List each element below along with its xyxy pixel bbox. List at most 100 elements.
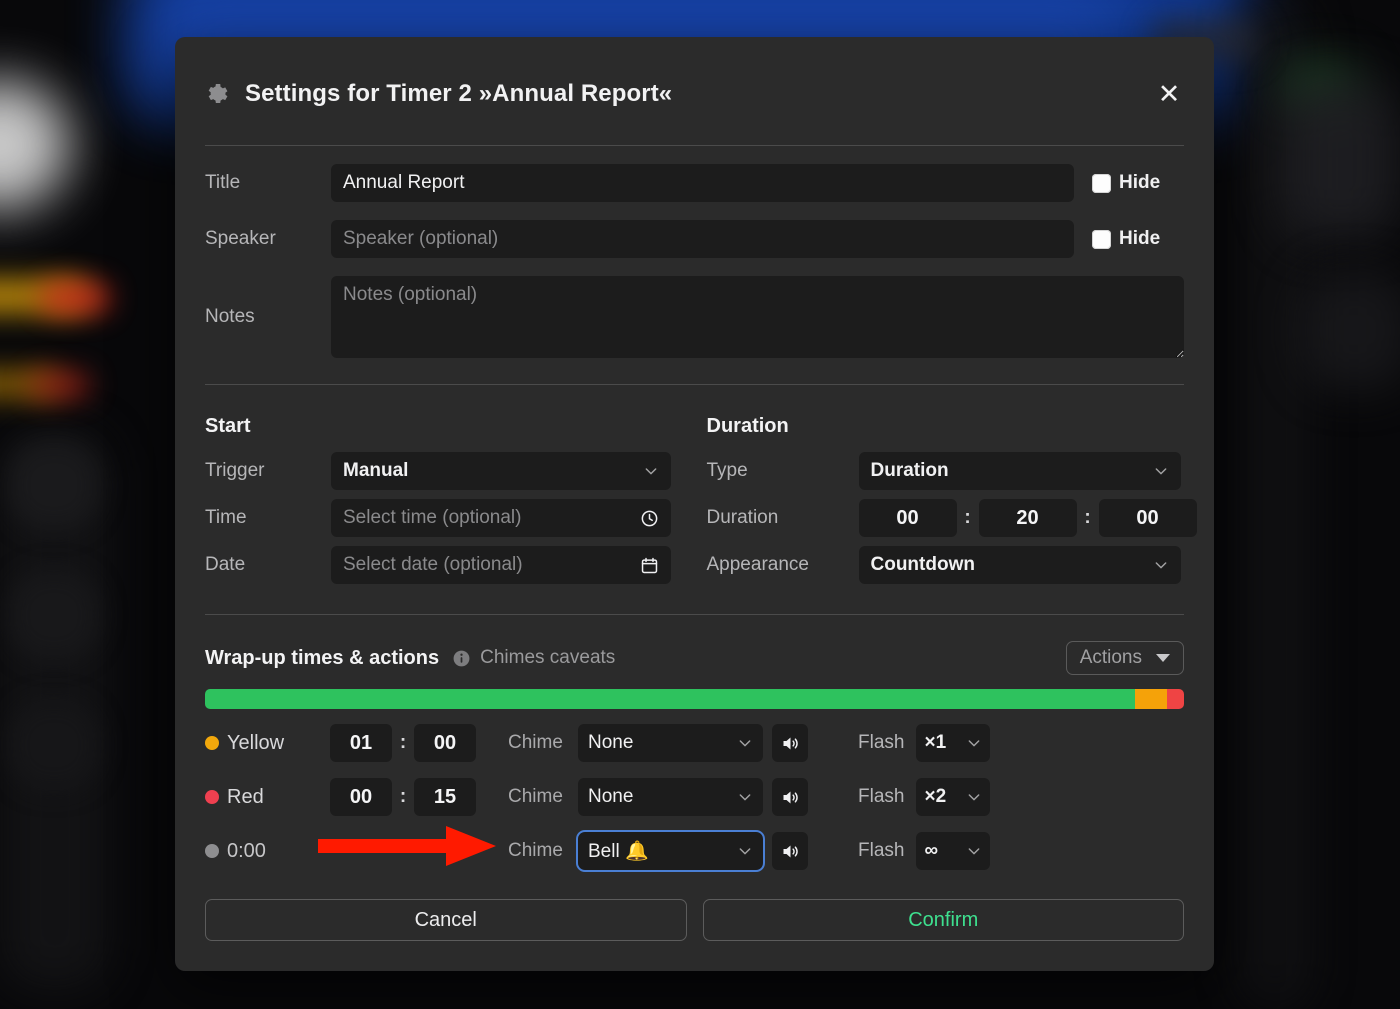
red-chime-select[interactable]: None xyxy=(578,778,763,816)
timer-settings-dialog: Settings for Timer 2 »Annual Report« ✕ T… xyxy=(175,37,1214,971)
calendar-icon xyxy=(640,556,659,575)
duration-hours-input[interactable]: 00 xyxy=(859,499,957,537)
duration-seconds-input[interactable]: 00 xyxy=(1099,499,1197,537)
time-row: Time Select time (optional) xyxy=(205,499,695,537)
background-highlight xyxy=(0,80,70,210)
type-select[interactable]: Duration xyxy=(859,452,1181,490)
trigger-select[interactable]: Manual xyxy=(331,452,671,490)
yellow-flash-value: ×1 xyxy=(924,732,966,754)
time-label: Time xyxy=(205,507,331,529)
title-hide-toggle[interactable]: Hide xyxy=(1092,172,1184,194)
title-hide-label: Hide xyxy=(1119,172,1160,194)
chevron-down-icon xyxy=(966,789,982,805)
yellow-flash-select[interactable]: ×1 xyxy=(916,724,990,762)
chime-label: Chime xyxy=(508,840,578,862)
speaker-hide-checkbox[interactable] xyxy=(1092,230,1111,249)
zero-chime-value: Bell 🔔 xyxy=(588,839,737,863)
date-placeholder: Select date (optional) xyxy=(343,554,640,576)
speaker-input[interactable] xyxy=(331,220,1074,258)
background-grey-panel xyxy=(1280,80,1400,240)
date-label: Date xyxy=(205,554,331,576)
red-time-separator: : xyxy=(392,786,414,808)
section-divider-1 xyxy=(205,384,1184,385)
chevron-down-icon xyxy=(737,789,753,805)
speaker-hide-toggle[interactable]: Hide xyxy=(1092,228,1184,250)
chime-label: Chime xyxy=(508,732,578,754)
actions-button-label: Actions xyxy=(1080,647,1142,669)
title-hide-checkbox[interactable] xyxy=(1092,174,1111,193)
red-seconds-input[interactable]: 15 xyxy=(414,778,476,816)
yellow-preview-sound-button[interactable] xyxy=(772,724,808,762)
background-red-bar xyxy=(40,283,110,313)
red-flash-select[interactable]: ×2 xyxy=(916,778,990,816)
notes-field-row: Notes xyxy=(205,276,1184,358)
yellow-time-separator: : xyxy=(392,732,414,754)
yellow-minutes-input[interactable]: 01 xyxy=(330,724,392,762)
info-icon[interactable] xyxy=(452,649,471,668)
duration-separator: : xyxy=(1077,507,1099,529)
red-flash-value: ×2 xyxy=(924,786,966,808)
red-preview-sound-button[interactable] xyxy=(772,778,808,816)
chevron-down-icon xyxy=(1153,463,1169,479)
type-value: Duration xyxy=(871,460,1153,482)
time-placeholder: Select time (optional) xyxy=(343,507,640,529)
zero-flash-value: ∞ xyxy=(924,840,966,862)
appearance-value: Countdown xyxy=(871,554,1153,576)
trigger-value: Manual xyxy=(343,460,643,482)
background-card xyxy=(8,570,100,660)
flash-label: Flash xyxy=(858,732,904,754)
chevron-down-icon xyxy=(737,843,753,859)
speaker-label: Speaker xyxy=(205,228,331,250)
dialog-header: Settings for Timer 2 »Annual Report« ✕ xyxy=(175,37,1214,123)
duration-separator: : xyxy=(957,507,979,529)
notes-label: Notes xyxy=(205,306,331,328)
zero-preview-sound-button[interactable] xyxy=(772,832,808,870)
wrapup-row-yellow: Yellow 01 : 00 Chime None Flash ×1 xyxy=(205,723,1184,763)
wrapup-header: Wrap-up times & actions Chimes caveats A… xyxy=(205,641,1184,675)
header-divider xyxy=(205,145,1184,146)
wrapup-row-label: 0:00 xyxy=(227,840,330,863)
chevron-down-icon xyxy=(1156,654,1170,662)
yellow-chime-select[interactable]: None xyxy=(578,724,763,762)
title-field-row: Title Hide xyxy=(205,164,1184,202)
trigger-label: Trigger xyxy=(205,460,331,482)
appearance-row: Appearance Countdown xyxy=(707,546,1185,584)
cancel-button[interactable]: Cancel xyxy=(205,899,687,941)
zero-dot-icon xyxy=(205,844,219,858)
chevron-down-icon xyxy=(966,735,982,751)
notes-textarea[interactable] xyxy=(331,276,1184,358)
time-input[interactable]: Select time (optional) xyxy=(331,499,671,537)
gear-icon xyxy=(205,82,229,106)
yellow-dot-icon xyxy=(205,736,219,750)
yellow-seconds-input[interactable]: 00 xyxy=(414,724,476,762)
red-dot-icon xyxy=(205,790,219,804)
clock-icon xyxy=(640,509,659,528)
zero-flash-select[interactable]: ∞ xyxy=(916,832,990,870)
flash-label: Flash xyxy=(858,840,904,862)
red-chime-value: None xyxy=(588,786,737,808)
start-section: Start Trigger Manual Time Select time (o… xyxy=(205,415,695,584)
appearance-select[interactable]: Countdown xyxy=(859,546,1181,584)
background-grey-panel xyxy=(1300,270,1400,390)
section-divider-2 xyxy=(205,614,1184,615)
chimes-caveats-link[interactable]: Chimes caveats xyxy=(480,647,615,669)
duration-minutes-input[interactable]: 20 xyxy=(979,499,1077,537)
dialog-footer: Cancel Confirm xyxy=(205,899,1184,969)
actions-button[interactable]: Actions xyxy=(1066,641,1184,675)
wrapup-section-title: Wrap-up times & actions xyxy=(205,647,439,670)
date-input[interactable]: Select date (optional) xyxy=(331,546,671,584)
chevron-down-icon xyxy=(643,463,659,479)
close-icon[interactable]: ✕ xyxy=(1154,79,1184,109)
chevron-down-icon xyxy=(737,735,753,751)
dialog-title: Settings for Timer 2 »Annual Report« xyxy=(245,80,1154,108)
type-label: Type xyxy=(707,460,859,482)
red-minutes-input[interactable]: 00 xyxy=(330,778,392,816)
background-card xyxy=(8,440,100,530)
speaker-icon xyxy=(780,733,801,754)
confirm-button[interactable]: Confirm xyxy=(703,899,1185,941)
duration-label: Duration xyxy=(707,507,859,529)
flash-label: Flash xyxy=(858,786,904,808)
zero-chime-select[interactable]: Bell 🔔 xyxy=(578,832,763,870)
dialog-body: Title Hide Speaker Hide Notes Start xyxy=(175,164,1214,969)
title-input[interactable] xyxy=(331,164,1074,202)
